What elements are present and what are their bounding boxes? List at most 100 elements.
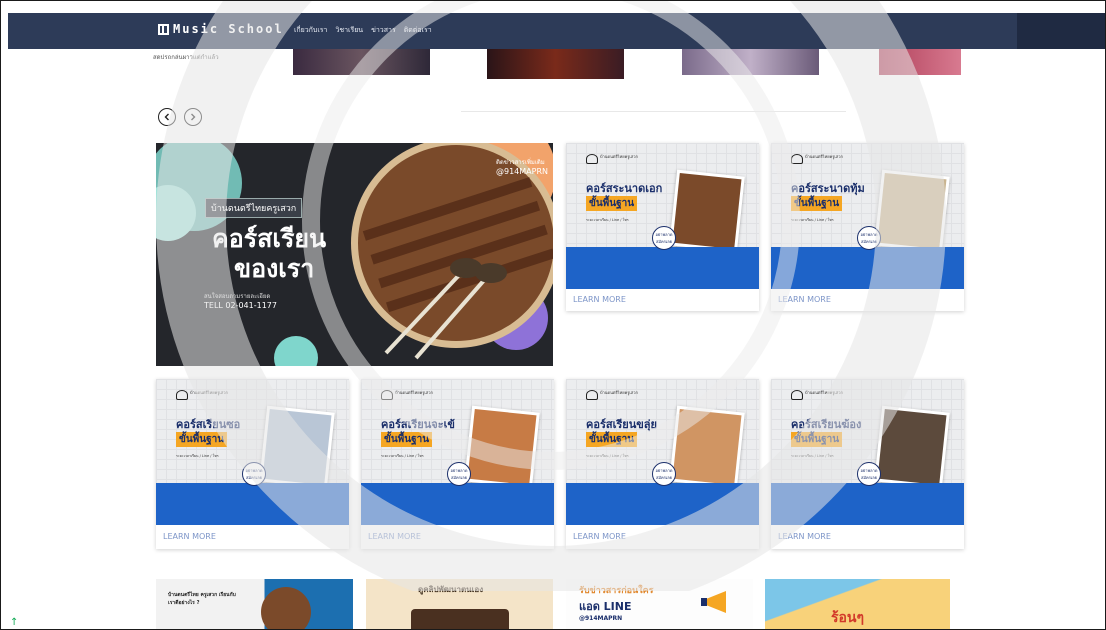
strip-image-2[interactable] <box>487 49 624 79</box>
course-card[interactable]: บ้านดนตรีไทยครูเสวกคอร์สระนาดเอก ขั้นพื้น… <box>566 143 759 311</box>
nav-link-courses[interactable]: วิชาเรียน <box>335 25 363 36</box>
hero-handle: @914MAPRN <box>496 167 549 176</box>
card-school-name: บ้านดนตรีไทยครูเสวก <box>600 154 638 159</box>
nav-links: เกี่ยวกับเรา วิชาเรียน ข่าวสาร ติดต่อเรา <box>294 25 432 36</box>
course-card-title: คอร์สระนาดทุ้ม <box>791 182 865 195</box>
school-logo-icon <box>176 390 188 400</box>
learn-more-link[interactable]: LEARN MORE <box>573 295 626 304</box>
promo-tile-why-us-text: บ้านดนตรีไทย ครูเสวก เรียนกับเราดีอย่างไ… <box>168 592 236 606</box>
course-card-level: ขั้นพื้นฐาน <box>176 432 228 447</box>
promo-tile-summer-text: ร้อนๆ <box>831 610 865 626</box>
course-card-photo <box>874 169 950 253</box>
browser-frame: Music School เกี่ยวกับเรา วิชาเรียน ข่าว… <box>0 0 1106 630</box>
promo-tile-clips-text: ดูคลิปพัฒนาตนเอง <box>418 585 484 594</box>
course-card-level: ขั้นพื้นฐาน <box>791 432 843 447</box>
course-card-badge: อย่าพลาด สมัครเลย <box>857 226 881 250</box>
course-card[interactable]: บ้านดนตรีไทยครูเสวกคอร์สเรียนจะเข้ ขั้นพื… <box>361 379 554 549</box>
course-card-image[interactable]: บ้านดนตรีไทยครูเสวกคอร์สเรียนฆ้อง ขั้นพื้… <box>771 379 964 525</box>
course-card-image[interactable]: บ้านดนตรีไทยครูเสวกคอร์สเรียนจะเข้ ขั้นพื… <box>361 379 554 525</box>
course-card-title: คอร์สเรียนจะเข้ <box>381 418 455 431</box>
nav-link-about[interactable]: เกี่ยวกับเรา <box>294 25 327 36</box>
promo-tile-line-text1: รับข่าวสารก่อนใคร <box>579 586 654 596</box>
course-card-image[interactable]: บ้านดนตรีไทยครูเสวกคอร์สเรียนซอ ขั้นพื้นฐ… <box>156 379 349 525</box>
hero-follow-label: ติดข่าวสารเพิ่มเติม <box>496 159 545 166</box>
strip-image-1[interactable] <box>293 49 430 75</box>
learn-more-link[interactable]: LEARN MORE <box>778 295 831 304</box>
course-card-image[interactable]: บ้านดนตรีไทยครูเสวกคอร์สระนาดทุ้ม ขั้นพื้… <box>771 143 964 289</box>
section-divider <box>461 111 846 112</box>
course-card-info: ระยะเวลาเรียน / Line / โทร <box>586 218 629 222</box>
brand-logo[interactable]: Music School <box>158 22 284 36</box>
nav-right-panel <box>1017 13 1105 49</box>
course-card-title: คอร์สเรียนซอ <box>176 418 241 431</box>
course-card-badge: อย่าพลาด สมัครเลย <box>652 226 676 250</box>
card-school-name: บ้านดนตรีไทยครูเสวก <box>805 154 843 159</box>
card-school-name: บ้านดนตรีไทยครูเสวก <box>190 390 228 395</box>
strip-caption: สดปรถกล่นผาวแต่กำแล้ว <box>153 54 219 61</box>
school-logo-icon <box>791 154 803 164</box>
course-card-photo <box>669 405 745 489</box>
course-card-photo <box>874 405 950 489</box>
card-wave-band <box>566 247 759 289</box>
learn-more-link[interactable]: LEARN MORE <box>778 532 831 541</box>
school-logo-icon <box>381 390 393 400</box>
card-school-name: บ้านดนตรีไทยครูเสวก <box>395 390 433 395</box>
prev-arrow-button[interactable] <box>158 108 176 126</box>
learn-more-link[interactable]: LEARN MORE <box>163 532 216 541</box>
course-card-level: ขั้นพื้นฐาน <box>791 196 843 211</box>
course-card-info: ระยะเวลาเรียน / Line / โทร <box>176 454 219 458</box>
card-wave-band <box>566 483 759 525</box>
school-logo-icon <box>586 390 598 400</box>
course-card-photo <box>259 405 335 489</box>
course-card-badge: อย่าพลาด สมัครเลย <box>652 462 676 486</box>
learn-more-link[interactable]: LEARN MORE <box>368 532 421 541</box>
course-card-info: ระยะเวลาเรียน / Line / โทร <box>791 454 834 458</box>
school-logo-icon <box>586 154 598 164</box>
hero-contact-label: สนใจสอบถามรายละเอียด <box>204 293 271 300</box>
course-card-badge: อย่าพลาด สมัครเลย <box>857 462 881 486</box>
nav-link-news[interactable]: ข่าวสาร <box>371 25 396 36</box>
school-logo-icon <box>791 390 803 400</box>
course-card-info: ระยะเวลาเรียน / Line / โทร <box>791 218 834 222</box>
course-card-image[interactable]: บ้านดนตรีไทยครูเสวก คอร์สเรียนขลุ่ย ขั้นพื… <box>566 379 759 525</box>
hero-course-banner[interactable]: บ้านดนตรีไทยครูเสวก คอร์สเรียน ของเรา สน… <box>156 143 553 366</box>
learn-more-link[interactable]: LEARN MORE <box>573 532 626 541</box>
top-navbar: Music School เกี่ยวกับเรา วิชาเรียน ข่าว… <box>8 13 1105 49</box>
course-card-level: ขั้นพื้นฐาน <box>381 432 433 447</box>
card-wave-band <box>361 483 554 525</box>
course-card-title: คอร์สระนาดเอก <box>586 182 663 195</box>
hero-phone: TELL 02-041-1177 <box>204 301 277 310</box>
course-card[interactable]: บ้านดนตรีไทยครูเสวกคอร์สเรียนฆ้อง ขั้นพื้… <box>771 379 964 549</box>
course-card-level: ขั้นพื้นฐาน <box>586 432 638 447</box>
brand-name: Music School <box>173 22 284 36</box>
hero-title-line2: ของเรา <box>234 254 315 283</box>
course-card-title: คอร์สเรียนฆ้อง <box>791 418 862 431</box>
chevron-right-icon <box>191 113 196 121</box>
card-wave-band <box>771 483 964 525</box>
card-school-name: บ้านดนตรีไทยครูเสวก <box>805 390 843 395</box>
card-wave-band <box>771 247 964 289</box>
course-card[interactable]: บ้านดนตรีไทยครูเสวกคอร์สระนาดทุ้ม ขั้นพื้… <box>771 143 964 311</box>
scroll-to-top-icon[interactable]: ↑ <box>10 617 18 628</box>
promo-tile-summer[interactable]: ร้อนๆ <box>765 579 950 629</box>
course-card[interactable]: บ้านดนตรีไทยครูเสวก คอร์สเรียนขลุ่ย ขั้นพื… <box>566 379 759 549</box>
course-card-info: ระยะเวลาเรียน / Line / โทร <box>381 454 424 458</box>
promo-tile-clips[interactable]: ดูคลิปพัฒนาตนเอง <box>366 579 553 629</box>
course-card-image[interactable]: บ้านดนตรีไทยครูเสวกคอร์สระนาดเอก ขั้นพื้น… <box>566 143 759 289</box>
course-card-photo <box>464 405 540 489</box>
card-school-name: บ้านดนตรีไทยครูเสวก <box>600 390 638 395</box>
course-card-level: ขั้นพื้นฐาน <box>586 196 638 211</box>
promo-tile-why-us[interactable]: บ้านดนตรีไทย ครูเสวก เรียนกับเราดีอย่างไ… <box>156 579 353 629</box>
course-card[interactable]: บ้านดนตรีไทยครูเสวกคอร์สเรียนซอ ขั้นพื้นฐ… <box>156 379 349 549</box>
music-book-icon <box>158 23 169 35</box>
strip-image-4[interactable] <box>879 49 961 75</box>
course-card-info: ระยะเวลาเรียน / Line / โทร <box>586 454 629 458</box>
hero-tag: บ้านดนตรีไทยครูเสวก <box>205 198 303 218</box>
promo-tile-line-text2: แอด LINE <box>579 600 632 613</box>
course-card-photo <box>669 169 745 253</box>
nav-link-contact[interactable]: ติดต่อเรา <box>404 25 432 36</box>
strip-image-3[interactable] <box>682 49 819 75</box>
next-arrow-button[interactable] <box>184 108 202 126</box>
promo-tile-line[interactable]: รับข่าวสารก่อนใคร แอด LINE @914MAPRN <box>566 579 753 629</box>
course-card-badge: อย่าพลาด สมัครเลย <box>242 462 266 486</box>
